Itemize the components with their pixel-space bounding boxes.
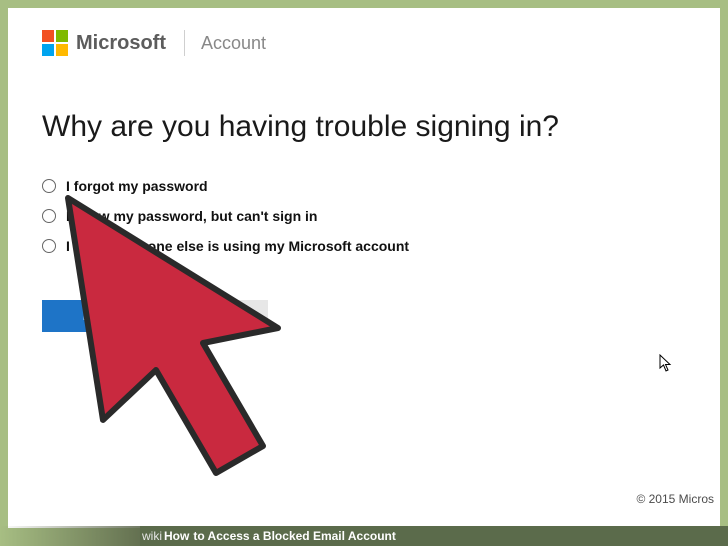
section-label: Account	[201, 33, 266, 54]
page-title: Why are you having trouble signing in?	[42, 110, 686, 144]
next-button[interactable]: Next	[42, 300, 150, 332]
options-group: I forgot my password I know my password,…	[42, 178, 686, 254]
page: Microsoft Account Why are you having tro…	[8, 8, 720, 528]
option-someone-else[interactable]: I think someone else is using my Microso…	[42, 238, 686, 254]
screenshot-frame: Microsoft Account Why are you having tro…	[0, 0, 728, 546]
option-label: I forgot my password	[66, 178, 208, 194]
cancel-button[interactable]	[160, 300, 268, 332]
mouse-cursor-icon	[659, 354, 673, 377]
copyright-text: © 2015 Micros	[636, 492, 714, 506]
button-row: Next	[42, 300, 686, 332]
caption-text: to Access a Blocked Email Account	[193, 529, 396, 543]
radio-icon	[42, 179, 56, 193]
caption-bar: wikiHow to Access a Blocked Email Accoun…	[0, 526, 728, 546]
caption-wiki-bold: How	[164, 529, 189, 543]
option-label: I think someone else is using my Microso…	[66, 238, 409, 254]
header-divider	[184, 30, 185, 56]
brand-label: Microsoft	[76, 32, 166, 55]
caption-wiki-prefix: wiki	[142, 529, 162, 543]
option-know-password[interactable]: I know my password, but can't sign in	[42, 208, 686, 224]
option-forgot-password[interactable]: I forgot my password	[42, 178, 686, 194]
option-label: I know my password, but can't sign in	[66, 208, 317, 224]
microsoft-logo-icon	[42, 30, 68, 56]
header: Microsoft Account	[42, 30, 686, 56]
radio-icon	[42, 239, 56, 253]
radio-icon	[42, 209, 56, 223]
